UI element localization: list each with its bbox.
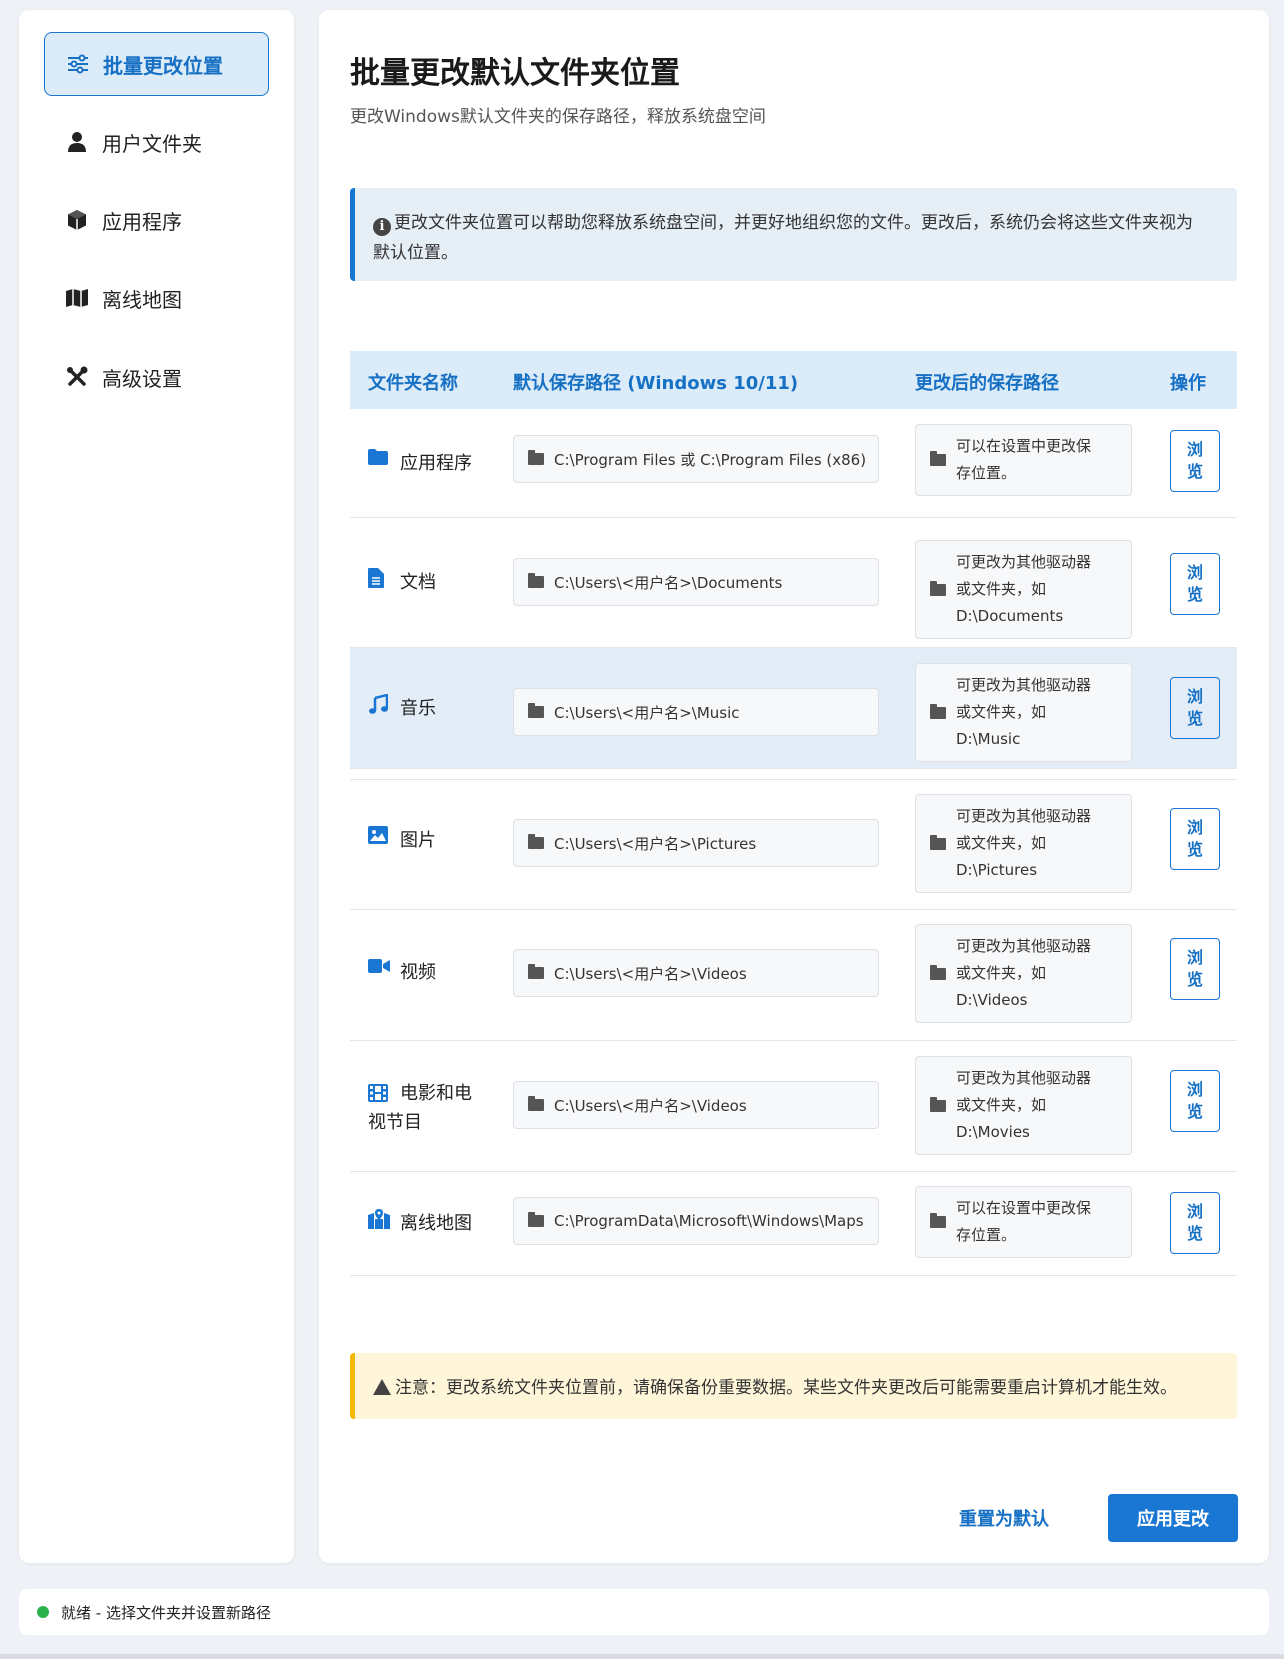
sidebar-item-applications[interactable]: 应用程序 <box>44 188 269 252</box>
folder-icon <box>930 834 946 850</box>
status-indicator-icon <box>37 1606 49 1618</box>
cube-icon <box>64 207 90 233</box>
page-title: 批量更改默认文件夹位置 <box>350 56 680 91</box>
sidebar-item-offline-maps[interactable]: 离线地图 <box>44 266 269 330</box>
warning-icon <box>373 1379 391 1395</box>
default-path-field: C:\Users\<用户名>\Videos <box>513 949 879 997</box>
sidebar-item-label: 离线地图 <box>102 287 182 312</box>
folder-name: 电影和电 视节目 <box>368 1083 472 1133</box>
page-subtitle: 更改Windows默认文件夹的保存路径，释放系统盘空间 <box>350 107 766 127</box>
folder-name: 图片 <box>368 826 436 855</box>
default-path-field: C:\Users\<用户名>\Pictures <box>513 819 879 867</box>
sidebar-item-batch-change[interactable]: 批量更改位置 <box>44 32 269 96</box>
default-path-field: C:\Users\<用户名>\Documents <box>513 558 879 606</box>
header-default-path: 默认保存路径 (Windows 10/11) <box>513 373 799 394</box>
info-icon: i <box>373 218 391 236</box>
sidebar-item-label: 用户文件夹 <box>102 131 202 156</box>
table-row: 离线地图 C:\ProgramData\Microsoft\Windows\Ma… <box>350 1172 1237 1276</box>
folder-icon <box>528 834 544 849</box>
tools-icon <box>64 364 90 390</box>
folder-name: 应用程序 <box>368 449 472 478</box>
status-bar: 就绪 - 选择文件夹并设置新路径 <box>19 1589 1269 1635</box>
folder-icon <box>930 703 946 719</box>
new-path-field[interactable]: 可更改为其他驱动器 或文件夹，如 D:\Videos <box>915 924 1132 1023</box>
folder-name: 离线地图 <box>368 1209 472 1238</box>
sidebar-item-label: 应用程序 <box>102 209 182 234</box>
table-row: 音乐 C:\Users\<用户名>\Music 可更改为其他驱动器 或文件夹，如 D… <box>350 648 1237 769</box>
browse-button[interactable]: 浏览 <box>1170 808 1220 870</box>
table-row: 文档 C:\Users\<用户名>\Documents 可更改为其他驱动器 或文件… <box>350 518 1237 648</box>
browse-button[interactable]: 浏览 <box>1170 430 1220 492</box>
default-path-field: C:\Users\<用户名>\Music <box>513 688 879 736</box>
image-icon <box>368 826 390 849</box>
default-path-field: C:\ProgramData\Microsoft\Windows\Maps <box>513 1197 879 1245</box>
sidebar-item-user-folders[interactable]: 用户文件夹 <box>44 110 269 174</box>
new-path-field[interactable]: 可以在设置中更改保 存位置。 <box>915 1186 1132 1258</box>
header-action: 操作 <box>1170 373 1206 394</box>
main-panel: 批量更改默认文件夹位置 更改Windows默认文件夹的保存路径，释放系统盘空间 … <box>319 10 1269 1563</box>
default-path-field: C:\Program Files 或 C:\Program Files (x86… <box>513 435 879 483</box>
folder-icon <box>930 1213 946 1228</box>
reset-default-button[interactable]: 重置为默认 <box>944 1494 1064 1542</box>
status-text: 就绪 - 选择文件夹并设置新路径 <box>61 1603 271 1622</box>
folder-name: 音乐 <box>368 693 436 723</box>
folder-icon <box>528 573 544 588</box>
map-marker-icon <box>368 1209 390 1234</box>
info-text-line2: 默认位置。 <box>373 243 458 263</box>
folder-icon <box>368 449 390 470</box>
new-path-field[interactable]: 可更改为其他驱动器 或文件夹，如 D:\Music <box>915 663 1132 762</box>
music-icon <box>368 693 390 719</box>
folder-name: 文档 <box>368 568 436 597</box>
folder-icon <box>930 964 946 980</box>
header-new-path: 更改后的保存路径 <box>915 373 1059 394</box>
sliders-icon <box>65 51 91 77</box>
sidebar: 批量更改位置 用户文件夹 应用程序 离线地图 高级设置 <box>19 10 294 1563</box>
folder-name: 视频 <box>368 958 436 987</box>
film-icon <box>368 1084 390 1107</box>
browse-button[interactable]: 浏览 <box>1170 938 1220 1000</box>
info-box: i 更改文件夹位置可以帮助您释放系统盘空间，并更好地组织您的文件。更改后，系统仍会… <box>350 188 1237 281</box>
header-folder-name: 文件夹名称 <box>368 373 458 394</box>
folder-icon <box>528 450 544 465</box>
table-row: 图片 C:\Users\<用户名>\Pictures 可更改为其他驱动器 或文件夹… <box>350 779 1237 910</box>
browse-button[interactable]: 浏览 <box>1170 553 1220 615</box>
warning-text: 注意：更改系统文件夹位置前，请确保备份重要数据。某些文件夹更改后可能需要重启计算… <box>395 1378 1177 1398</box>
apply-changes-button[interactable]: 应用更改 <box>1108 1494 1238 1542</box>
folder-icon <box>528 1096 544 1111</box>
warning-box: 注意：更改系统文件夹位置前，请确保备份重要数据。某些文件夹更改后可能需要重启计算… <box>350 1353 1237 1419</box>
folder-icon <box>528 703 544 718</box>
sidebar-item-advanced-settings[interactable]: 高级设置 <box>44 345 269 409</box>
sidebar-item-label: 高级设置 <box>102 366 182 391</box>
default-path-field: C:\Users\<用户名>\Videos <box>513 1081 879 1129</box>
table-row: 视频 C:\Users\<用户名>\Videos 可更改为其他驱动器 或文件夹，如… <box>350 910 1237 1041</box>
user-icon <box>64 129 90 155</box>
table-row: 应用程序 C:\Program Files 或 C:\Program Files… <box>350 409 1237 518</box>
folder-icon <box>528 1212 544 1227</box>
folder-icon <box>528 964 544 979</box>
browse-button[interactable]: 浏览 <box>1170 1070 1220 1132</box>
browse-button[interactable]: 浏览 <box>1170 677 1220 739</box>
table-row: 电影和电 视节目 C:\Users\<用户名>\Videos 可更改为其他驱动器或… <box>350 1041 1237 1172</box>
new-path-field[interactable]: 可更改为其他驱动器 或文件夹，如 D:\Documents <box>915 540 1132 639</box>
folder-icon <box>930 580 946 596</box>
document-icon <box>368 568 390 593</box>
browse-button[interactable]: 浏览 <box>1170 1192 1220 1254</box>
new-path-field[interactable]: 可更改为其他驱动器 或文件夹，如 D:\Pictures <box>915 794 1132 893</box>
video-icon <box>368 958 390 979</box>
new-path-field[interactable]: 可更改为其他驱动器 或文件夹，如 D:\Movies <box>915 1056 1132 1155</box>
map-icon <box>64 285 90 311</box>
folder-icon <box>930 1096 946 1112</box>
table-header: 文件夹名称 默认保存路径 (Windows 10/11) 更改后的保存路径 操作 <box>350 351 1237 409</box>
info-text-line1: 更改文件夹位置可以帮助您释放系统盘空间，并更好地组织您的文件。更改后，系统仍会将… <box>394 213 1193 233</box>
window-bottom-edge <box>0 1654 1284 1659</box>
new-path-field[interactable]: 可以在设置中更改保 存位置。 <box>915 424 1132 496</box>
folder-icon <box>930 451 946 466</box>
sidebar-item-label: 批量更改位置 <box>103 53 223 78</box>
